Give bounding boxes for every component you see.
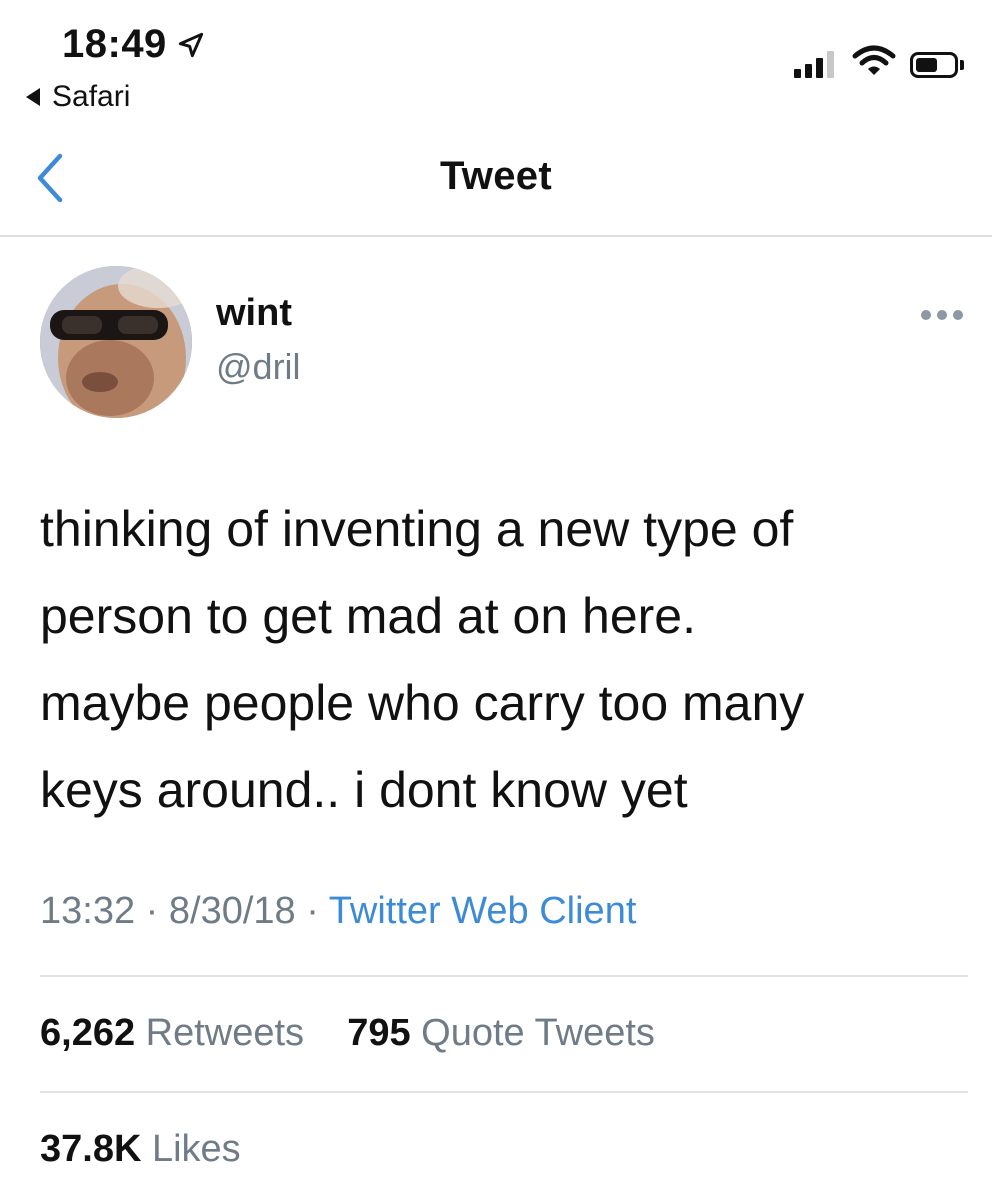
- status-bar-time: 18:49: [62, 22, 207, 67]
- tweet-date: 8/30/18: [168, 890, 296, 932]
- clock-label: 18:49: [62, 22, 167, 66]
- tweet-client-link[interactable]: Twitter Web Client: [329, 890, 637, 932]
- likes-stat[interactable]: 37.8K Likes: [40, 1128, 241, 1170]
- location-arrow-icon: [178, 32, 203, 57]
- cellular-signal-icon: [794, 48, 838, 78]
- tweet-meta: 13:32 · 8/30/18 · Twitter Web Client: [40, 890, 636, 933]
- back-app-label: Safari: [52, 80, 131, 113]
- likes-stats-row: 37.8K Likes: [40, 1128, 241, 1171]
- meta-separator: ·: [306, 890, 319, 932]
- author-name[interactable]: wint: [216, 292, 292, 335]
- quote-tweets-stat[interactable]: 795 Quote Tweets: [337, 1012, 655, 1054]
- tweet-text: thinking of inventing a new type of pers…: [40, 501, 805, 818]
- battery-icon: [910, 52, 964, 78]
- page-title: Tweet: [440, 154, 552, 198]
- wifi-icon: [852, 45, 896, 75]
- avatar-portrait: [40, 266, 192, 418]
- back-to-app-button[interactable]: Safari: [26, 80, 130, 114]
- header-divider: [0, 235, 992, 237]
- tweet-time: 13:32: [40, 890, 136, 932]
- quote-tweets-label: Quote Tweets: [421, 1012, 655, 1054]
- engagement-stats-row: 6,262 Retweets 795 Quote Tweets: [40, 1012, 655, 1055]
- more-options-icon[interactable]: [920, 308, 964, 322]
- retweets-count: 6,262: [40, 1012, 136, 1054]
- likes-count: 37.8K: [40, 1128, 142, 1170]
- back-triangle-icon: [26, 88, 40, 106]
- retweets-label: Retweets: [145, 1012, 305, 1054]
- divider: [40, 975, 968, 977]
- divider: [40, 1091, 968, 1093]
- status-indicators: [794, 44, 964, 78]
- avatar[interactable]: [40, 266, 192, 418]
- author-handle[interactable]: @dril: [216, 346, 301, 388]
- meta-separator: ·: [145, 890, 159, 932]
- quote-tweets-count: 795: [347, 1012, 411, 1054]
- likes-label: Likes: [151, 1128, 241, 1170]
- retweets-stat[interactable]: 6,262 Retweets: [40, 1012, 315, 1054]
